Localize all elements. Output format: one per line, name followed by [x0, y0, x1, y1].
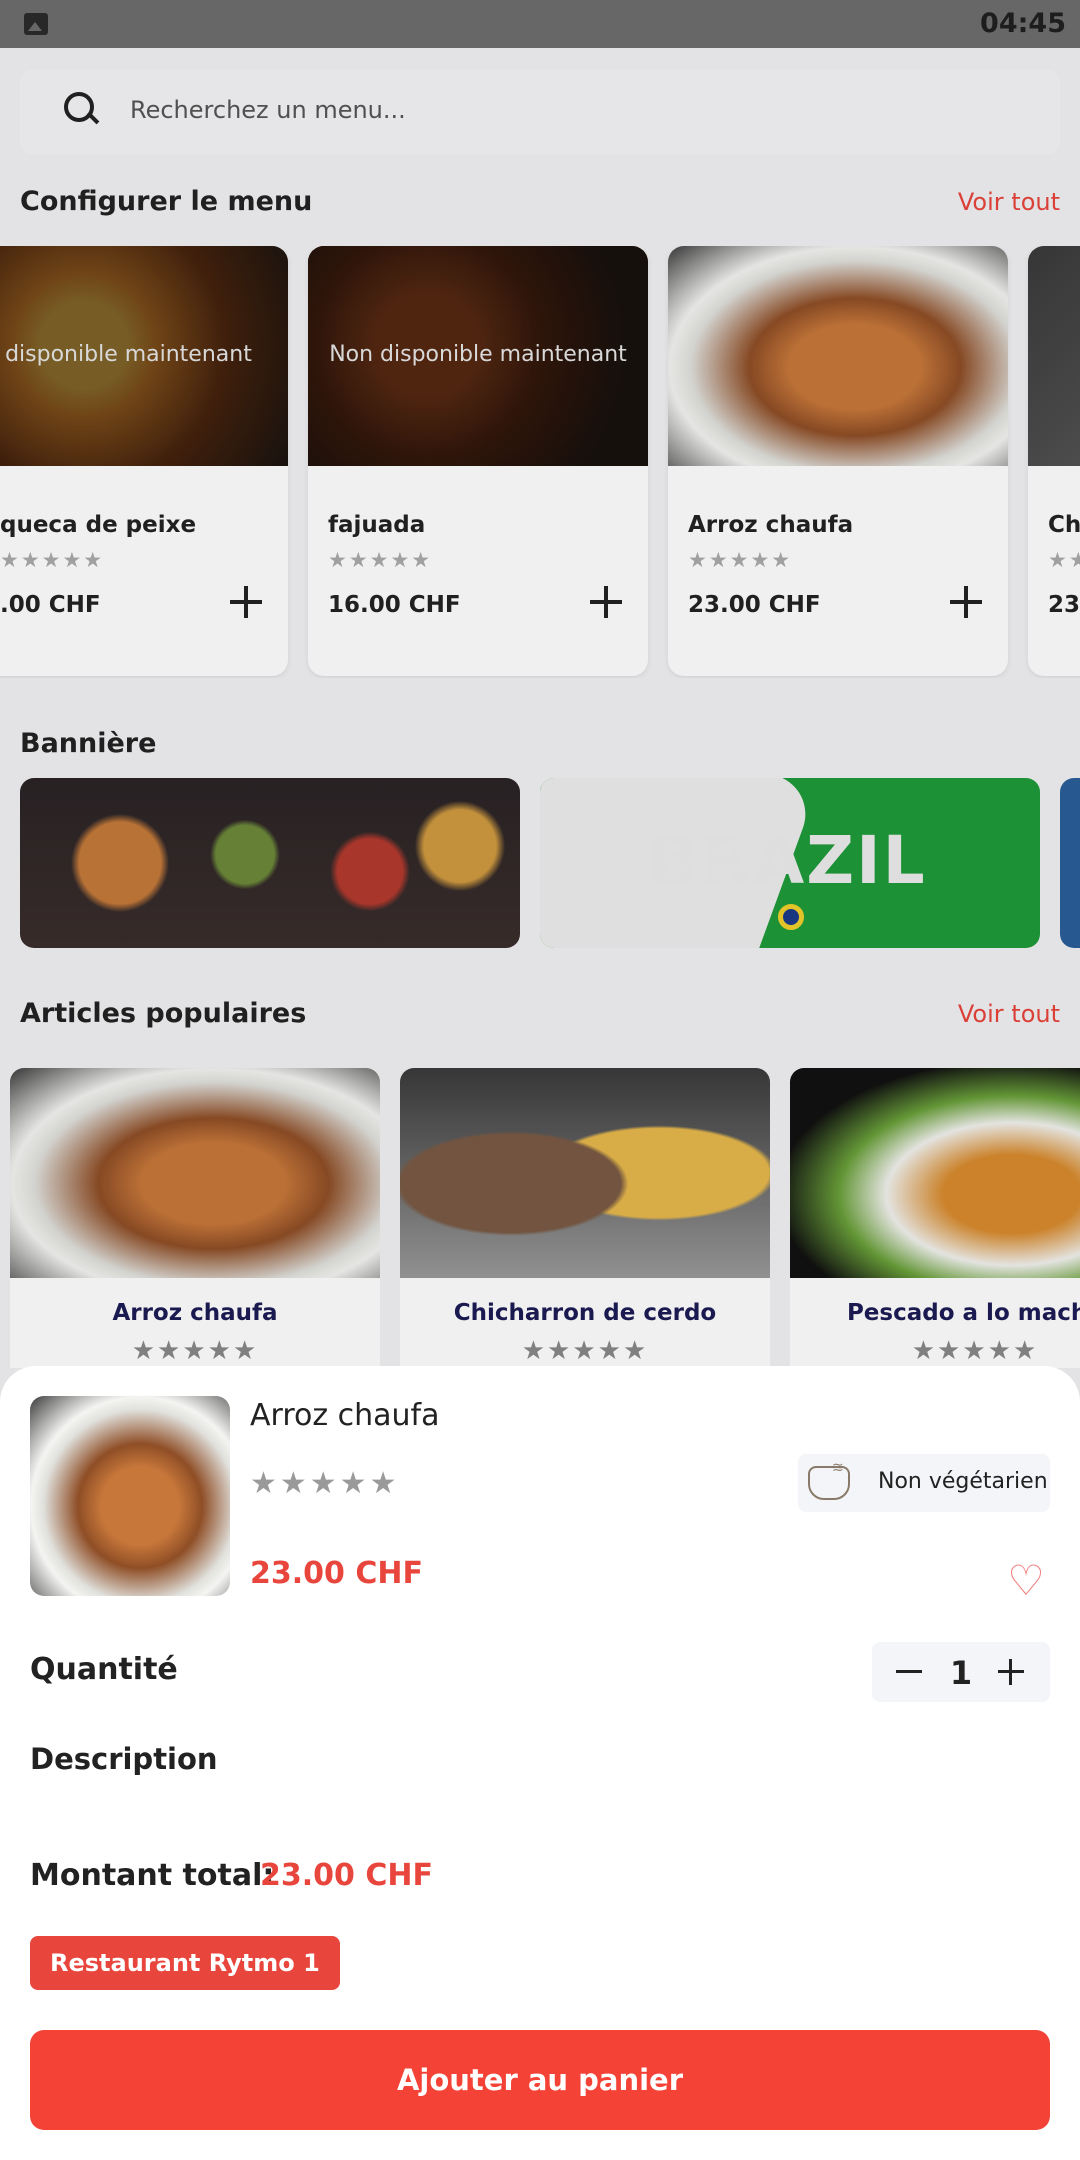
favorite-heart-icon[interactable]: ♡	[1006, 1560, 1046, 1602]
quantity-value: 1	[949, 1654, 973, 1692]
product-rating: ★★★★★	[250, 1466, 400, 1501]
quantity-stepper: 1	[872, 1642, 1050, 1702]
product-bottom-sheet: Arroz chaufa ★★★★★ Non végétarien 23.00 …	[0, 1366, 1080, 2160]
meat-dish-icon	[808, 1460, 850, 1500]
diet-badge: Non végétarien	[798, 1454, 1050, 1512]
product-title: Arroz chaufa	[250, 1398, 440, 1433]
decrease-quantity-button[interactable]	[896, 1661, 922, 1683]
product-image	[30, 1396, 230, 1596]
add-to-cart-button[interactable]: Ajouter au panier	[30, 2030, 1050, 2130]
product-price: 23.00 CHF	[250, 1556, 423, 1591]
total-label: Montant total:	[30, 1858, 275, 1893]
total-value: 23.00 CHF	[260, 1858, 433, 1893]
increase-quantity-button[interactable]	[998, 1659, 1024, 1685]
quantity-label: Quantité	[30, 1652, 178, 1687]
restaurant-badge: Restaurant Rytmo 1	[30, 1936, 340, 1990]
diet-label: Non végétarien	[878, 1469, 1048, 1494]
description-label: Description	[30, 1742, 218, 1776]
